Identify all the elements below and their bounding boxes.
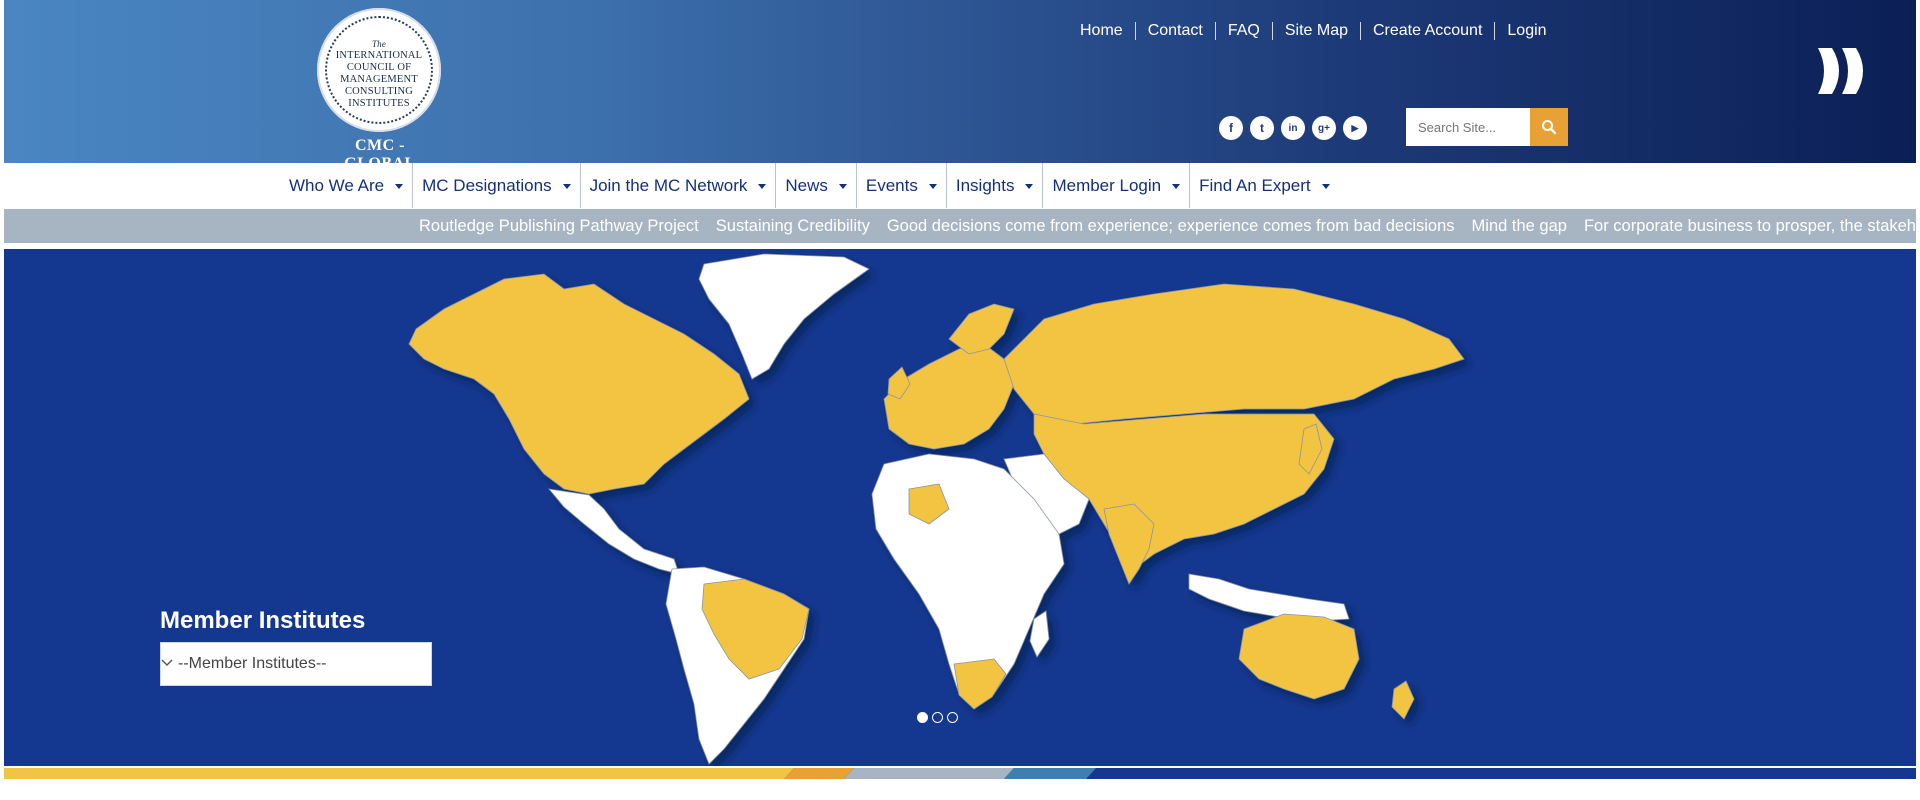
top-link-contact[interactable]: Contact — [1134, 22, 1215, 40]
site-search — [1406, 108, 1568, 146]
nav-find-an-expert[interactable]: Find An Expert — [1189, 163, 1339, 208]
nav-news[interactable]: News — [775, 163, 856, 208]
news-ticker: Routledge Publishing Pathway Project Sus… — [4, 209, 1916, 243]
nav-mc-designations[interactable]: MC Designations — [412, 163, 579, 208]
nav-label: Join the MC Network — [589, 175, 748, 195]
nav-member-login[interactable]: Member Login — [1042, 163, 1189, 208]
nav-label: Member Login — [1052, 175, 1162, 195]
caret-down-icon — [928, 184, 937, 189]
region-southeast-asia[interactable] — [1188, 573, 1350, 622]
region-new-zealand[interactable] — [1391, 680, 1415, 720]
caret-down-icon — [1172, 184, 1181, 189]
logo-text: The INTERNATIONAL COUNCIL OF MANAGEMENT … — [317, 38, 441, 110]
nav-label: Find An Expert — [1199, 175, 1311, 195]
ticker-items: Routledge Publishing Pathway Project Sus… — [419, 209, 1916, 243]
region-india[interactable] — [1103, 503, 1155, 585]
region-europe[interactable] — [883, 343, 1015, 450]
caret-down-icon — [562, 184, 571, 189]
top-link-faq[interactable]: FAQ — [1214, 22, 1272, 40]
logo-the: The — [371, 39, 387, 49]
nav-items: Who We Are MC Designations Join the MC N… — [280, 163, 1339, 208]
caret-down-icon — [1321, 184, 1330, 189]
ticker-item[interactable]: For corporate business to prosper, the s… — [1584, 217, 1916, 236]
region-scandinavia[interactable] — [948, 303, 1015, 355]
caret-down-icon — [1025, 184, 1034, 189]
select-value: --Member Institutes-- — [178, 655, 327, 672]
slider-dots — [917, 712, 958, 723]
search-icon — [1542, 120, 1557, 135]
top-link-login[interactable]: Login — [1494, 22, 1558, 40]
nav-label: MC Designations — [422, 175, 552, 195]
nav-label: Who We Are — [289, 175, 385, 195]
nav-events[interactable]: Events — [855, 163, 946, 208]
slider-dot-2[interactable] — [932, 712, 943, 723]
world-map-slide: Member Institutes --Member Institutes-- — [4, 249, 1916, 766]
region-greenland[interactable] — [698, 253, 870, 380]
search-button[interactable] — [1530, 108, 1568, 146]
nav-join-mc-network[interactable]: Join the MC Network — [579, 163, 776, 208]
youtube-icon[interactable]: ▶ — [1343, 116, 1367, 140]
facebook-icon[interactable]: f — [1219, 116, 1243, 140]
caret-down-icon — [838, 184, 847, 189]
caret-down-icon — [758, 184, 767, 189]
top-link-site-map[interactable]: Site Map — [1271, 22, 1360, 40]
ticker-item[interactable]: Good decisions come from experience; exp… — [887, 217, 1455, 236]
site-logo[interactable]: The INTERNATIONAL COUNCIL OF MANAGEMENT … — [317, 8, 441, 132]
caret-down-icon — [395, 184, 404, 189]
nav-label: News — [785, 175, 828, 195]
region-central-america[interactable] — [548, 488, 680, 575]
slider-dot-1[interactable] — [917, 712, 928, 723]
nav-insights[interactable]: Insights — [945, 163, 1043, 208]
region-australia[interactable] — [1238, 613, 1360, 700]
world-map — [408, 253, 1465, 765]
top-links: Home Contact FAQ Site Map Create Account… — [1072, 22, 1559, 40]
twitter-icon[interactable]: t — [1250, 116, 1274, 140]
top-link-create-account[interactable]: Create Account — [1359, 22, 1494, 40]
top-link-home[interactable]: Home — [1072, 22, 1135, 40]
region-north-america[interactable] — [408, 273, 750, 495]
ticker-item[interactable]: Mind the gap — [1472, 217, 1567, 236]
logo-line-5: INSTITUTES — [348, 98, 410, 109]
linkedin-icon[interactable]: in — [1281, 116, 1305, 140]
logo-line-1: INTERNATIONAL — [335, 50, 423, 61]
decorative-stripe — [4, 768, 1916, 779]
nav-label: Insights — [955, 175, 1015, 195]
member-institutes-title: Member Institutes — [160, 607, 366, 634]
nav-label: Events — [865, 175, 918, 195]
member-institutes-select[interactable]: --Member Institutes-- — [160, 642, 432, 686]
site-header: The INTERNATIONAL COUNCIL OF MANAGEMENT … — [4, 0, 1916, 172]
nav-who-we-are[interactable]: Who We Are — [280, 163, 412, 208]
region-southern-africa[interactable] — [953, 658, 1007, 710]
google-plus-icon[interactable]: g+ — [1312, 116, 1336, 140]
double-chevron-icon[interactable] — [1816, 46, 1874, 96]
slider-dot-3[interactable] — [947, 712, 958, 723]
logo-line-2: COUNCIL OF — [346, 62, 412, 73]
search-input[interactable] — [1406, 108, 1530, 146]
ticker-item[interactable]: Sustaining Credibility — [716, 217, 870, 236]
social-links: f t in g+ ▶ — [1219, 116, 1367, 140]
region-russia[interactable] — [1003, 283, 1465, 425]
main-nav: Who We Are MC Designations Join the MC N… — [4, 163, 1916, 208]
logo-line-4: CONSULTING — [344, 86, 414, 97]
logo-line-3: MANAGEMENT — [340, 74, 418, 85]
ticker-item[interactable]: Routledge Publishing Pathway Project — [419, 217, 699, 236]
chevron-down-icon — [161, 659, 173, 666]
